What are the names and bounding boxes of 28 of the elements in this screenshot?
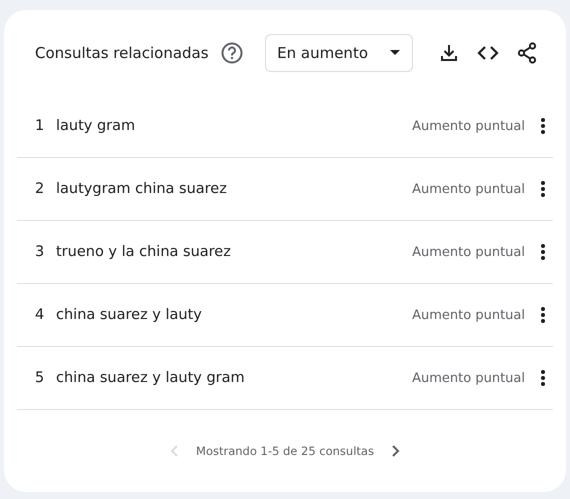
more-options-icon[interactable] xyxy=(541,118,545,134)
rank-number: 2 xyxy=(35,181,46,198)
trend-value: Aumento puntual xyxy=(412,370,525,386)
more-options-icon[interactable] xyxy=(541,370,545,386)
query-text[interactable]: lauty gram xyxy=(56,118,412,134)
help-icon[interactable] xyxy=(220,42,243,64)
rank-number: 5 xyxy=(35,370,46,386)
pagination-text: Mostrando 1-5 de 25 consultas xyxy=(196,444,374,458)
trend-value: Aumento puntual xyxy=(412,244,525,260)
more-options-icon[interactable] xyxy=(541,244,545,260)
query-text[interactable]: china suarez y lauty gram xyxy=(56,370,412,386)
section-title: Consultas relacionadas xyxy=(35,44,209,62)
trend-value: Aumento puntual xyxy=(412,308,525,323)
trend-value: Aumento puntual xyxy=(412,182,525,197)
next-page-icon[interactable] xyxy=(392,445,400,458)
trend-value: Aumento puntual xyxy=(412,118,525,134)
query-text[interactable]: lautygram china suarez xyxy=(56,181,412,198)
more-options-icon[interactable] xyxy=(541,181,545,198)
filter-dropdown[interactable]: En aumento xyxy=(265,34,413,72)
rank-number: 3 xyxy=(35,244,46,260)
query-text[interactable]: china suarez y lauty xyxy=(56,307,412,324)
query-text[interactable]: trueno y la china suarez xyxy=(56,244,412,260)
download-icon[interactable] xyxy=(439,42,459,63)
more-options-icon[interactable] xyxy=(541,307,545,324)
rank-number: 4 xyxy=(35,307,46,324)
dropdown-caret-icon xyxy=(390,50,400,56)
rank-number: 1 xyxy=(35,118,46,134)
share-icon[interactable] xyxy=(517,42,537,64)
